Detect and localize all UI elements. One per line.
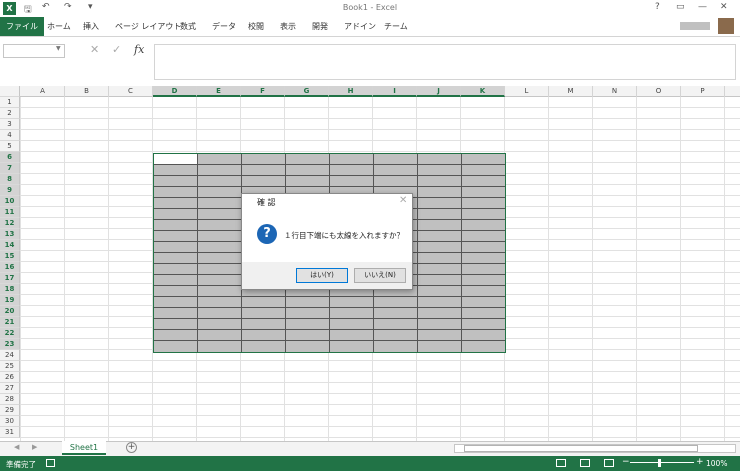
column-header-f[interactable]: F: [241, 86, 285, 97]
column-header-i[interactable]: I: [373, 86, 417, 97]
column-header-d[interactable]: D: [153, 86, 197, 97]
next-sheet-icon[interactable]: ▶: [32, 443, 37, 451]
row-header-22[interactable]: 22: [0, 328, 20, 339]
page-break-view-icon[interactable]: [604, 459, 614, 467]
no-button[interactable]: いいえ(N): [354, 268, 406, 283]
row-header-11[interactable]: 11: [0, 207, 20, 218]
ribbon-divider: [0, 36, 740, 37]
row-header-1[interactable]: 1: [0, 97, 20, 108]
close-icon[interactable]: ✕: [399, 195, 407, 206]
row-header-23[interactable]: 23: [0, 339, 20, 350]
insert-function-icon[interactable]: fx: [134, 43, 144, 56]
confirm-dialog: 確 認 ✕ ? １行目下端にも太線を入れますか？ はい(Y) いいえ(N): [241, 193, 413, 290]
column-header-j[interactable]: J: [417, 86, 461, 97]
row-header-28[interactable]: 28: [0, 394, 20, 405]
row-header-2[interactable]: 2: [0, 108, 20, 119]
column-header-o[interactable]: O: [637, 86, 681, 97]
status-text: 準備完了: [6, 460, 36, 469]
chevron-down-icon[interactable]: ▼: [56, 45, 61, 52]
cancel-icon[interactable]: ✕: [90, 43, 99, 56]
minimize-icon[interactable]: —: [698, 2, 707, 12]
column-header-a[interactable]: A: [21, 86, 65, 97]
row-header-16[interactable]: 16: [0, 262, 20, 273]
prev-sheet-icon[interactable]: ◀: [14, 443, 19, 451]
row-header-14[interactable]: 14: [0, 240, 20, 251]
tab-insert[interactable]: 挿入: [83, 17, 99, 36]
formula-input[interactable]: [154, 44, 736, 80]
zoom-level[interactable]: 100%: [706, 459, 727, 468]
row-header-21[interactable]: 21: [0, 317, 20, 328]
column-header-h[interactable]: H: [329, 86, 373, 97]
select-all-corner[interactable]: [0, 86, 20, 97]
window-title: Book1 - Excel: [342, 3, 398, 12]
row-header-6[interactable]: 6: [0, 152, 20, 163]
tab-file[interactable]: ファイル: [0, 17, 44, 36]
row-header-29[interactable]: 29: [0, 405, 20, 416]
row-header-8[interactable]: 8: [0, 174, 20, 185]
column-header-e[interactable]: E: [197, 86, 241, 97]
column-header-k[interactable]: K: [461, 86, 505, 97]
help-icon[interactable]: ?: [655, 2, 660, 12]
page-layout-view-icon[interactable]: [580, 459, 590, 467]
column-header-b[interactable]: B: [65, 86, 109, 97]
row-header-9[interactable]: 9: [0, 185, 20, 196]
column-header-m[interactable]: M: [549, 86, 593, 97]
question-icon: ?: [257, 224, 277, 244]
ribbon-display-icon[interactable]: ▭: [676, 2, 685, 12]
column-header-g[interactable]: G: [285, 86, 329, 97]
tab-review[interactable]: 校閲: [248, 17, 264, 36]
user-name: [680, 22, 710, 30]
enter-icon[interactable]: ✓: [112, 43, 121, 56]
zoom-slider-thumb[interactable]: [658, 459, 661, 467]
row-header-18[interactable]: 18: [0, 284, 20, 295]
row-header-25[interactable]: 25: [0, 361, 20, 372]
column-headers: ABCDEFGHIJKLMNOP: [0, 86, 740, 97]
column-header-n[interactable]: N: [593, 86, 637, 97]
add-sheet-icon[interactable]: +: [126, 442, 137, 453]
tab-addins[interactable]: アドイン: [344, 17, 376, 36]
row-header-3[interactable]: 3: [0, 119, 20, 130]
yes-button[interactable]: はい(Y): [296, 268, 348, 283]
tab-formulas[interactable]: 数式: [180, 17, 196, 36]
tab-developer[interactable]: 開発: [312, 17, 328, 36]
dialog-message: １行目下端にも太線を入れますか？: [284, 231, 404, 240]
tab-data[interactable]: データ: [212, 17, 236, 36]
close-icon[interactable]: ✕: [720, 2, 728, 12]
dialog-title: 確 認: [257, 198, 276, 207]
active-cell[interactable]: [154, 154, 197, 164]
row-header-4[interactable]: 4: [0, 130, 20, 141]
row-header-12[interactable]: 12: [0, 218, 20, 229]
row-header-19[interactable]: 19: [0, 295, 20, 306]
avatar[interactable]: [718, 18, 734, 34]
zoom-out-icon[interactable]: −: [622, 457, 630, 467]
tab-team[interactable]: チーム: [384, 17, 408, 36]
row-header-20[interactable]: 20: [0, 306, 20, 317]
row-header-17[interactable]: 17: [0, 273, 20, 284]
column-header-c[interactable]: C: [109, 86, 153, 97]
tab-view[interactable]: 表示: [280, 17, 296, 36]
row-header-15[interactable]: 15: [0, 251, 20, 262]
column-header-l[interactable]: L: [505, 86, 549, 97]
row-header-7[interactable]: 7: [0, 163, 20, 174]
tab-page-layout[interactable]: ページ レイアウト: [115, 17, 181, 36]
zoom-in-icon[interactable]: +: [696, 457, 704, 467]
sheet-tab[interactable]: Sheet1: [62, 441, 106, 455]
normal-view-icon[interactable]: [556, 459, 566, 467]
tab-home[interactable]: ホーム: [47, 17, 71, 36]
macro-record-icon[interactable]: [46, 459, 55, 467]
row-header-27[interactable]: 27: [0, 383, 20, 394]
row-header-26[interactable]: 26: [0, 372, 20, 383]
row-header-5[interactable]: 5: [0, 141, 20, 152]
row-header-24[interactable]: 24: [0, 350, 20, 361]
column-header-p[interactable]: P: [681, 86, 725, 97]
scrollbar-thumb[interactable]: [464, 445, 698, 452]
row-header-30[interactable]: 30: [0, 416, 20, 427]
row-header-10[interactable]: 10: [0, 196, 20, 207]
zoom-slider[interactable]: [630, 462, 694, 463]
row-header-31[interactable]: 31: [0, 427, 20, 438]
row-header-13[interactable]: 13: [0, 229, 20, 240]
